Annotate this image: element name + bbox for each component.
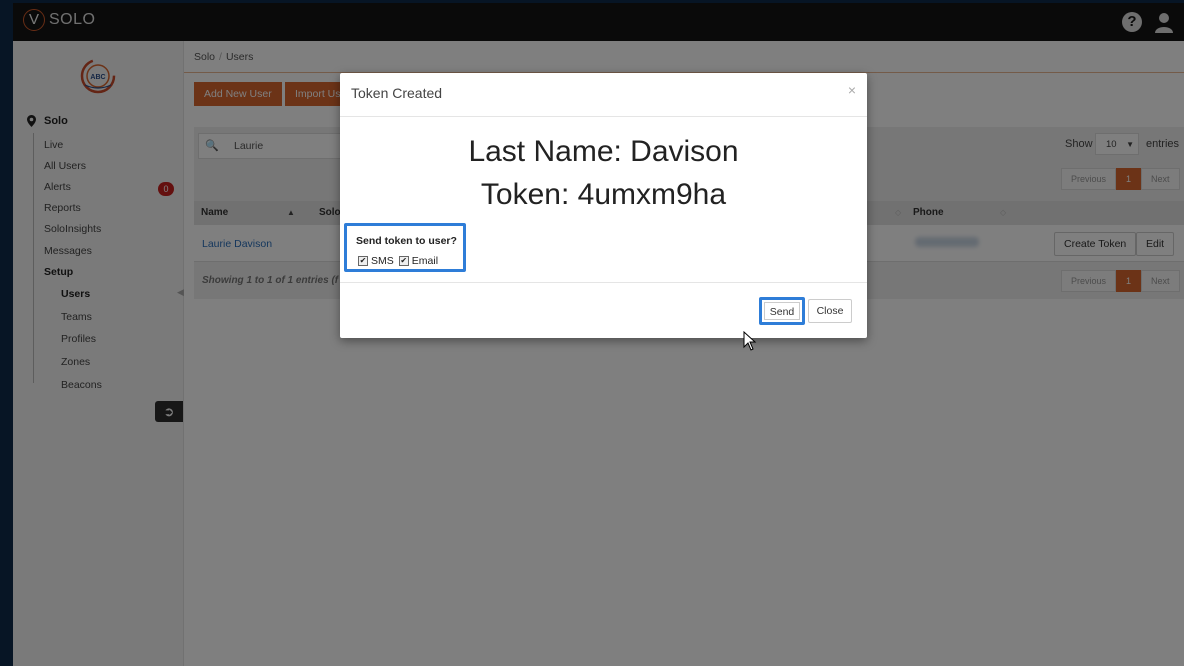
dialog-footer-divider	[340, 282, 867, 283]
email-label: Email	[411, 255, 439, 267]
sms-label: SMS	[371, 255, 394, 267]
dialog-header-divider	[340, 116, 867, 117]
close-icon[interactable]: ×	[848, 82, 856, 98]
send-channels: ✔ SMS ✔ Email	[358, 255, 438, 267]
send-button-highlight: Send	[759, 297, 805, 325]
send-token-question: Send token to user?	[356, 235, 457, 247]
close-button[interactable]: Close	[808, 299, 852, 323]
token-text: Token: 4umxm9ha	[480, 178, 727, 211]
token-created-dialog: Token Created × Last Name: Davison Token…	[340, 73, 867, 338]
send-token-options: Send token to user? ✔ SMS ✔ Email	[344, 223, 466, 272]
last-name-text: Last Name: Davison	[468, 135, 739, 168]
sms-checkbox[interactable]: ✔	[358, 256, 368, 266]
email-checkbox[interactable]: ✔	[398, 256, 409, 266]
dialog-title: Token Created	[351, 85, 443, 101]
mouse-cursor-icon	[743, 331, 757, 351]
send-button[interactable]: Send	[764, 302, 800, 320]
